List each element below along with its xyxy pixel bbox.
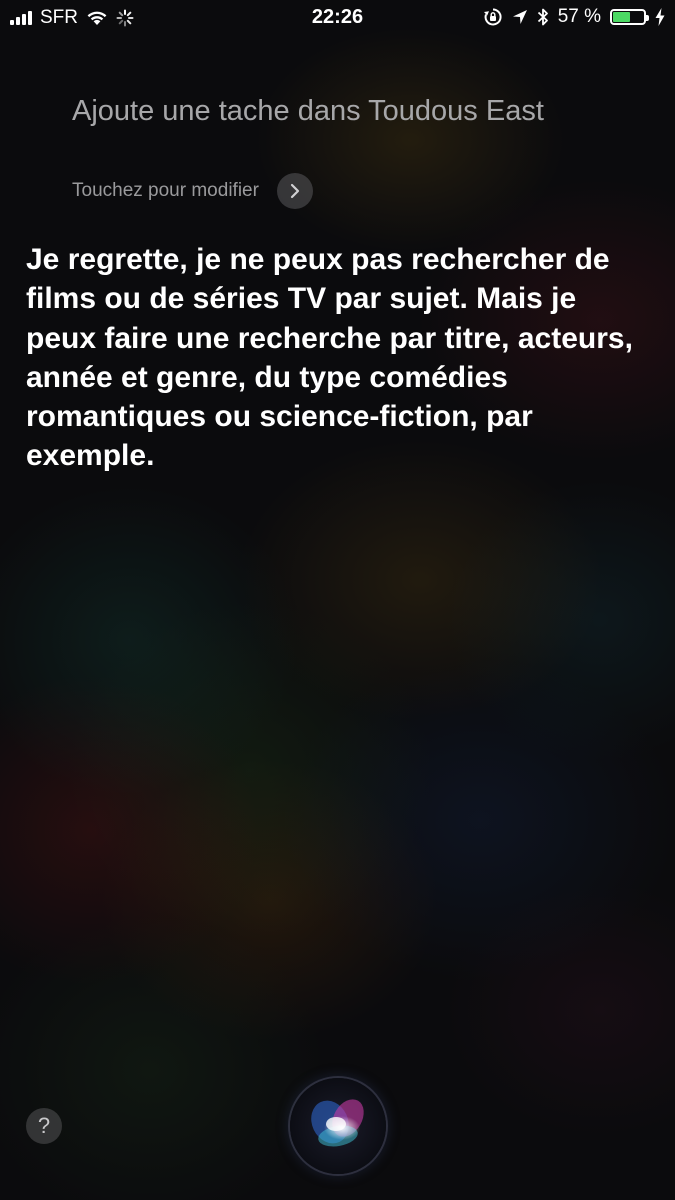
chevron-right-icon	[290, 183, 300, 199]
bluetooth-icon	[537, 8, 548, 26]
status-bar: SFR 22:26 57 %	[0, 0, 675, 36]
siri-button[interactable]	[290, 1078, 386, 1174]
siri-response-text: Je regrette, je ne peux pas rechercher d…	[26, 243, 633, 473]
edit-chevron-button[interactable]	[276, 173, 313, 209]
siri-waveform-icon	[311, 1099, 364, 1147]
rotation-lock-icon	[483, 8, 502, 26]
status-right: 57 %	[483, 6, 665, 28]
location-icon	[512, 10, 527, 24]
siri-query-text[interactable]: Ajoute une tache dans Toudous East	[72, 92, 572, 131]
battery-level-fill	[613, 12, 630, 22]
help-button[interactable]: ?	[26, 1108, 62, 1144]
battery-icon	[610, 9, 649, 25]
battery-percent: 57 %	[557, 6, 601, 27]
siri-screen: SFR 22:26 57 % Ajoute une tache dans Tou…	[0, 0, 675, 1200]
tap-to-edit-row[interactable]: Touchez pour modifier	[72, 173, 313, 209]
charging-bolt-icon	[655, 8, 665, 26]
tap-to-edit-hint[interactable]: Touchez pour modifier	[72, 180, 259, 202]
